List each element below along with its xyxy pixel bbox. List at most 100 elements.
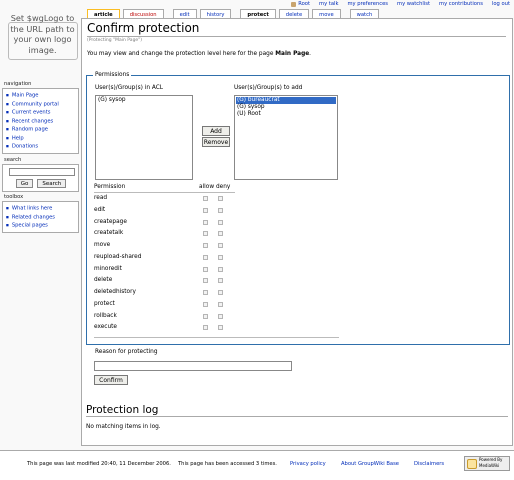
tab-watch[interactable]: watch [349,9,380,18]
footer-about-link[interactable]: About GroupWiki Base [341,461,399,467]
tab-edit[interactable]: edit [172,9,197,18]
deny-checkbox-deletedhistory[interactable] [218,290,223,295]
allow-checkbox-reupload-shared[interactable] [203,254,208,260]
footer-privacy-link[interactable]: Privacy policy [290,461,326,467]
tab-discussion[interactable]: discussion [122,9,164,18]
allow-checkbox-execute[interactable] [203,325,208,331]
deny-checkbox-edit[interactable] [218,207,223,213]
table-divider [94,192,235,193]
search-portlet: search Go Search [2,157,79,192]
search-input[interactable] [9,168,75,176]
mediawiki-flower-icon [467,459,477,469]
deny-checkbox-rollback[interactable] [218,313,223,319]
footer-disclaimers-link[interactable]: Disclaimers [414,461,444,467]
add-listbox[interactable]: (G) bureaucrat (G) sysop (U) Root [234,95,338,180]
col-deny-header: deny [216,184,231,190]
add-button[interactable]: Add [202,126,230,136]
allow-checkbox-read[interactable] [203,196,208,201]
deny-checkbox-minoredit[interactable] [218,266,223,272]
personal-link-watchlist[interactable]: my watchlist [397,1,430,7]
powered-by-mediawiki-badge[interactable]: Powered By MediaWiki [464,456,510,471]
tab-delete[interactable]: delete [278,9,310,18]
navigation-portlet: navigation Main Page Community portal Cu… [2,81,79,154]
nav-random-page[interactable]: Random page [6,125,76,134]
allow-checkbox-delete[interactable] [203,278,208,284]
tab-article[interactable]: article [87,9,120,18]
deny-checkbox-delete[interactable] [218,278,223,284]
page-title: Confirm protection [87,21,506,37]
search-body: Go Search [2,164,79,192]
permission-label-edit: edit [94,206,106,213]
navigation-title: navigation [4,81,32,87]
tool-special-pages[interactable]: Special pages [6,221,76,230]
site-logo[interactable]: Set $wgLogo to the URL path to your own … [5,10,80,70]
col-allow-header: allow [199,184,215,190]
footer-last-modified: This page was last modified 20:40, 11 De… [27,461,171,467]
remove-button[interactable]: Remove [202,137,230,147]
allow-checkbox-protect[interactable] [203,301,208,307]
acl-item[interactable]: (G) sysop [97,97,191,104]
add-item-bureaucrat[interactable]: (G) bureaucrat [236,97,336,104]
tab-history[interactable]: history [199,9,232,18]
add-item-sysop[interactable]: (G) sysop [236,104,336,111]
user-icon [291,1,297,7]
deny-checkbox-reupload-shared[interactable] [218,254,223,260]
acl-label: User(s)/Group(s) in ACL [95,85,164,91]
content-area: Confirm protection (Protecting "Main Pag… [81,18,513,446]
go-button[interactable]: Go [15,179,34,188]
permission-label-rollback: rollback [94,312,117,319]
permission-label-execute: execute [94,324,117,331]
tool-related-changes[interactable]: Related changes [6,213,76,222]
tab-protect[interactable]: protect [240,9,276,18]
allow-checkbox-move[interactable] [203,243,208,248]
reason-input[interactable] [94,361,292,371]
deny-checkbox-protect[interactable] [218,301,223,307]
permission-label-reupload-shared: reupload-shared [94,253,142,260]
deny-checkbox-createpage[interactable] [218,219,223,225]
deny-checkbox-createtalk[interactable] [218,231,223,237]
allow-checkbox-createtalk[interactable] [203,231,208,237]
allow-checkbox-createpage[interactable] [203,219,208,225]
permission-label-minoredit: minoredit [94,265,122,272]
acl-listbox[interactable]: (G) sysop [95,95,193,180]
nav-recent-changes[interactable]: Recent changes [6,117,76,126]
personal-link-logout[interactable]: log out [492,1,510,7]
intro-page-name: Main Page [275,51,310,57]
nav-current-events[interactable]: Current events [6,108,76,117]
page-tabs: article discussion edit history protect … [87,9,380,18]
allow-checkbox-rollback[interactable] [203,313,208,319]
personal-bar: Root my talk my preferences my watchlist… [291,1,510,7]
search-button[interactable]: Search [37,179,67,188]
footer: This page was last modified 20:40, 11 De… [0,450,514,480]
personal-link-contributions[interactable]: my contributions [439,1,483,7]
personal-link-talk[interactable]: my talk [319,1,338,7]
personal-link-preferences[interactable]: my preferences [347,1,388,7]
allow-checkbox-edit[interactable] [203,207,208,213]
nav-donations[interactable]: Donations [6,142,76,151]
confirm-button[interactable]: Confirm [94,375,128,385]
navigation-body: Main Page Community portal Current event… [2,88,79,154]
footer-view-count: This page has been accessed 3 times. [178,461,277,467]
add-item-root[interactable]: (U) Root [236,111,336,118]
tab-move[interactable]: move [312,9,341,18]
deny-checkbox-move[interactable] [218,243,223,248]
page-subtitle: (Protecting "Main Page") [87,38,143,43]
nav-community-portal[interactable]: Community portal [6,100,76,109]
allow-checkbox-deletedhistory[interactable] [203,290,208,295]
add-label: User(s)/Group(s) to add [234,85,303,91]
reason-label: Reason for protecting [95,349,158,355]
permission-label-createpage: createpage [94,218,127,225]
logo-text: Set $wgLogo to the URL path to your own … [10,13,75,55]
tool-what-links-here[interactable]: What links here [6,204,76,213]
nav-main-page[interactable]: Main Page [6,91,76,100]
deny-checkbox-execute[interactable] [218,325,223,331]
intro-text: You may view and change the protection l… [87,51,506,57]
toolbox-portlet: toolbox What links here Related changes … [2,194,79,233]
intro-suffix: . [309,51,312,57]
intro-prefix: You may view and change the protection l… [87,51,276,57]
allow-checkbox-minoredit[interactable] [203,266,208,272]
nav-help[interactable]: Help [6,134,76,143]
permission-label-createtalk: createtalk [94,230,124,237]
deny-checkbox-read[interactable] [218,196,223,201]
personal-link-user[interactable]: Root [298,1,310,7]
